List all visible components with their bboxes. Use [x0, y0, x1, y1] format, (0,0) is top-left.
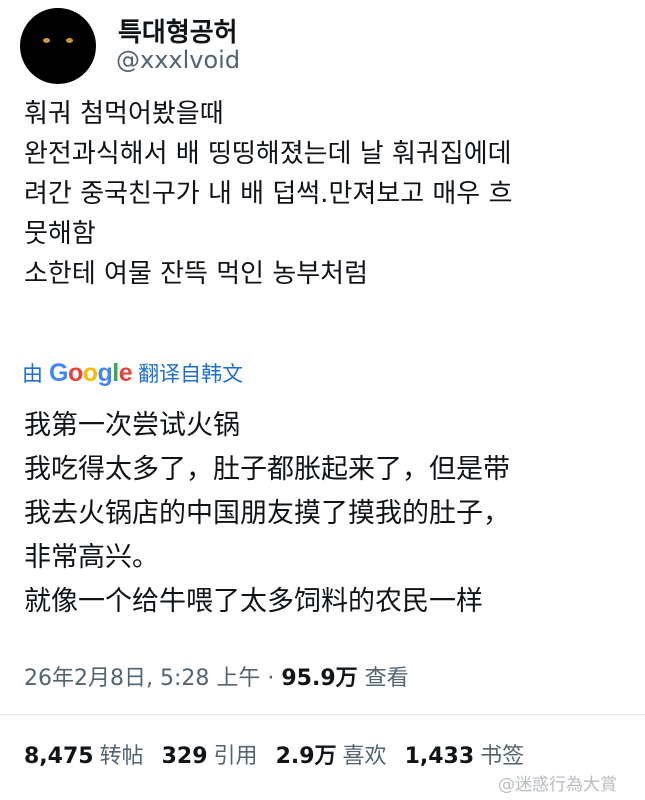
bookmarks-stat[interactable]: 1,433 书签: [405, 738, 525, 770]
original-line: 완전과식해서 배 띵띵해졌는데 날 훠궈집에데: [24, 139, 512, 169]
divider: [0, 714, 645, 715]
avatar-left-eye: [43, 38, 50, 43]
translated-by-suffix: 翻译自韩文: [138, 362, 244, 386]
likes-label: 喜欢: [342, 744, 387, 769]
bookmarks-label: 书签: [480, 744, 525, 769]
original-line: 소한테 여물 잔뜩 먹인 농부처럼: [24, 259, 369, 289]
tweet-translated-text: 我第一次尝试火锅 我吃得太多了，肚子都胀起来了，但是带 我去火锅店的中国朋友摸了…: [24, 404, 624, 624]
meta-separator: ·: [267, 666, 275, 691]
retweets-stat[interactable]: 8,475 转帖: [24, 738, 144, 770]
watermark: @迷惑行為大賞: [498, 775, 617, 795]
retweets-label: 转帖: [99, 744, 144, 769]
author-display-name[interactable]: 특대형공허: [118, 12, 238, 49]
quotes-count: 329: [161, 744, 208, 769]
quotes-stat[interactable]: 329 引用: [162, 738, 258, 770]
views-label: 查看: [364, 666, 409, 691]
engagement-stats: 8,475 转帖 329 引用 2.9万 喜欢 1,433 书签: [24, 738, 542, 770]
translated-by-prefix: 由: [22, 362, 43, 386]
original-line: 려간 중국친구가 내 배 덥썩.만져보고 매우 흐: [24, 179, 513, 209]
bookmarks-count: 1,433: [404, 744, 475, 769]
original-line: 뭇해함: [24, 219, 96, 249]
google-logo: Google: [49, 358, 133, 387]
views-count: 95.9万: [281, 666, 358, 691]
quotes-label: 引用: [213, 744, 258, 769]
tweet-timestamp[interactable]: 26年2月8日, 5:28 上午: [24, 666, 260, 691]
author-handle[interactable]: @xxxlvoid: [116, 46, 240, 74]
tweet-screenshot: 특대형공허 @xxxlvoid 훠궈 첨먹어봤을때 완전과식해서 배 띵띵해졌는…: [0, 0, 645, 800]
translated-line: 我去火锅店的中国朋友摸了摸我的肚子，: [24, 498, 510, 529]
translated-line: 我第一次尝试火锅: [24, 410, 240, 441]
tweet-original-text: 훠궈 첨먹어봤을때 완전과식해서 배 띵띵해졌는데 날 훠궈집에데 려간 중국친…: [24, 94, 624, 294]
tweet-meta: 26年2月8日, 5:28 上午 · 95.9万 查看: [24, 660, 409, 692]
original-line: 훠궈 첨먹어봤을때: [24, 99, 224, 129]
likes-count: 2.9万: [275, 744, 337, 769]
retweets-count: 8,475: [24, 744, 94, 769]
likes-stat[interactable]: 2.9万 喜欢: [276, 738, 387, 770]
avatar[interactable]: [20, 8, 96, 84]
avatar-right-eye: [66, 38, 73, 43]
translated-line: 就像一个给牛喂了太多饲料的农民一样: [24, 586, 483, 617]
translated-by-google-link[interactable]: 由 Google 翻译自韩文: [22, 358, 243, 388]
translated-line: 我吃得太多了，肚子都胀起来了，但是带: [24, 454, 510, 485]
translated-line: 非常高兴。: [24, 542, 159, 573]
